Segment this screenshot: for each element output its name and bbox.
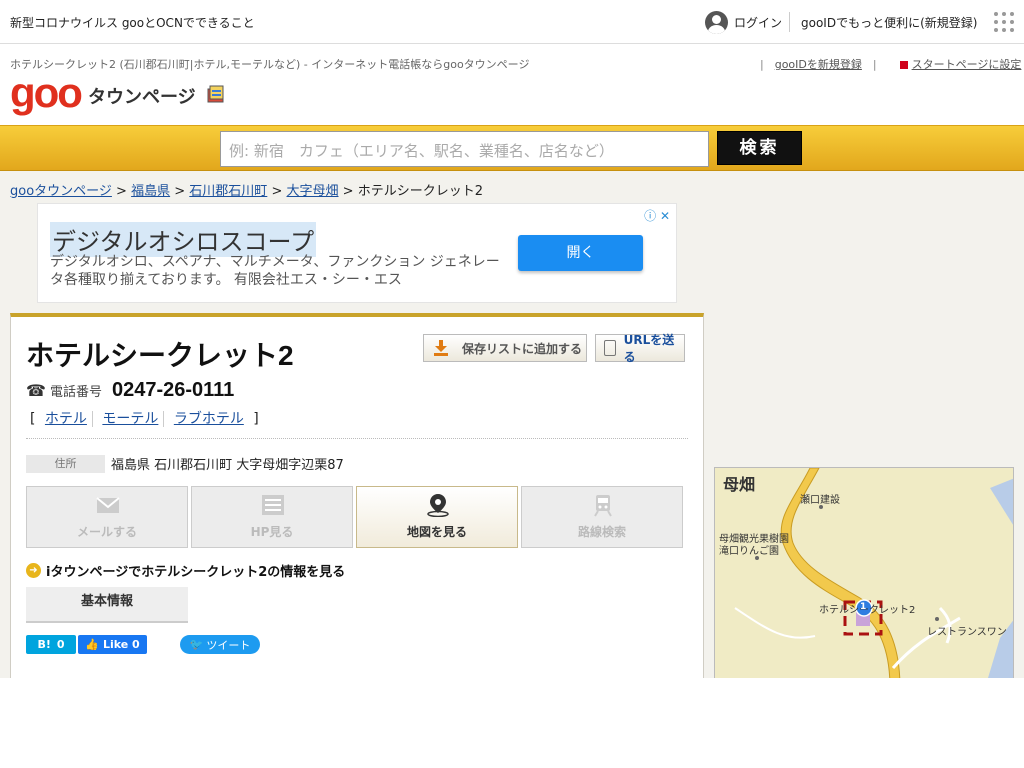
- breadcrumb-prefecture[interactable]: 福島県: [131, 184, 170, 199]
- phone-label: 電話番号: [49, 385, 102, 400]
- facebook-like-label: Like 0: [102, 638, 140, 651]
- divider: [26, 438, 688, 439]
- twitter-bird-icon: 🐦: [189, 638, 204, 651]
- download-icon: [434, 340, 448, 356]
- breadcrumb-city[interactable]: 石川郡石川町: [189, 184, 267, 199]
- map-label-poi: レストランスワン: [927, 627, 1007, 638]
- breadcrumb-sep: >: [342, 184, 354, 199]
- breadcrumb-current: ホテルシークレット2: [357, 184, 483, 199]
- top-bar: 新型コロナウイルス gooとOCNでできること ログイン gooIDでもっと便利…: [0, 0, 1024, 44]
- social-buttons: B! 0 👍 Like 0 🐦 ツイート: [26, 635, 260, 654]
- search-bar: 例: 新宿 カフェ（エリア名、駅名、業種名、店名など） 検索: [0, 125, 1024, 171]
- search-button[interactable]: 検索: [717, 131, 802, 165]
- map-label: 地図を見る: [406, 525, 467, 539]
- site-header: ホテルシークレット2 (石川郡石川町|ホテル,モーテルなど) - インターネット…: [0, 45, 1024, 125]
- tag-motel[interactable]: モーテル: [97, 411, 165, 427]
- mail-button[interactable]: メールする: [26, 486, 188, 548]
- header-links: | gooIDを新規登録 | スタートページに設定: [760, 58, 1022, 71]
- train-icon: [594, 495, 612, 517]
- itownpage-link[interactable]: ➜ iタウンページでホテルシークレット2の情報を見る: [26, 561, 345, 580]
- main-content: gooタウンページ > 福島県 > 石川郡石川町 > 大字母畑 > ホテルシーク…: [0, 171, 1024, 678]
- listing-card: ホテルシークレット2 保存リストに追加する URLを送る ☎ 電話番号 0247…: [10, 313, 704, 678]
- townpage-logo-text[interactable]: タウンページ: [88, 83, 196, 109]
- map-button[interactable]: 地図を見る: [356, 486, 518, 548]
- map-label-hotel: ホテルシークレット2: [819, 605, 916, 616]
- tweet-label: ツイート: [206, 638, 251, 652]
- tag-hotel[interactable]: ホテル: [39, 411, 93, 427]
- phonebook-icon: [207, 85, 224, 103]
- phone-row: ☎ 電話番号 0247-26-0111: [26, 379, 234, 402]
- ad-close-icon[interactable]: ⓘ ✕: [644, 207, 670, 224]
- ad-text: デジタルオシロ、スペアナ、マルチメータ、ファンクション ジェネレータ各種取り揃え…: [50, 254, 500, 288]
- tweet-button[interactable]: 🐦 ツイート: [180, 635, 260, 654]
- map-label-area: 母畑: [723, 475, 756, 494]
- mail-icon: [96, 497, 120, 513]
- location-map[interactable]: 母畑 瀬口建設 母畑観光果樹園 滝口りんご園 ホテルシークレット2 レストランス…: [714, 467, 1014, 678]
- itownpage-label: iタウンページでホテルシークレット2の情報を見る: [46, 565, 346, 580]
- homepage-label: HP見る: [250, 525, 294, 539]
- send-url-button[interactable]: URLを送る: [595, 333, 685, 364]
- startpage-link[interactable]: スタートページに設定: [912, 58, 1022, 71]
- register-promo-link[interactable]: gooIDでもっと便利に(新規登録): [801, 14, 977, 31]
- homepage-button[interactable]: HP見る: [191, 486, 353, 548]
- login-label: ログイン: [734, 15, 783, 30]
- map-canvas: [715, 468, 1013, 678]
- route-search-label: 路線検索: [577, 525, 626, 539]
- save-list-label: 保存リストに追加する: [462, 341, 583, 356]
- covid-notice-link[interactable]: 新型コロナウイルス gooとOCNでできること: [10, 14, 255, 31]
- startpage-icon: [899, 61, 908, 69]
- address-row: 住所 福島県 石川郡石川町 大字母畑字辺栗87: [26, 454, 344, 473]
- map-label-poi: 滝口りんご園: [719, 546, 779, 557]
- webpage-icon: [262, 495, 284, 515]
- map-marker-number: 1: [860, 602, 867, 612]
- ad-banner[interactable]: ⓘ ✕ デジタルオシロスコープ デジタルオシロ、スペアナ、マルチメータ、ファンク…: [37, 203, 677, 303]
- category-tags: [ ホテル モーテル ラブホテル ]: [30, 411, 259, 427]
- breadcrumb-area[interactable]: 大字母畑: [287, 184, 339, 199]
- breadcrumb-home[interactable]: gooタウンページ: [10, 184, 112, 199]
- divider: [789, 12, 790, 32]
- hatena-bookmark-button[interactable]: B! 0: [26, 635, 76, 654]
- tab-basic-info[interactable]: 基本情報: [26, 587, 188, 623]
- action-buttons: メールする HP見る 地図を見る 路線検索: [26, 486, 686, 548]
- send-url-label: URLを送る: [623, 333, 675, 364]
- ad-open-button[interactable]: 開く: [518, 235, 643, 271]
- mobile-phone-icon: [604, 340, 616, 356]
- route-search-button[interactable]: 路線検索: [521, 486, 683, 548]
- map-label-poi: 瀬口建設: [800, 495, 840, 506]
- telephone-icon: ☎: [26, 381, 46, 400]
- hatena-icon: B!: [37, 638, 51, 651]
- user-icon: [705, 10, 728, 34]
- save-list-button[interactable]: 保存リストに追加する: [423, 334, 587, 362]
- phone-number: 0247-26-0111: [111, 379, 235, 401]
- facebook-like-button[interactable]: 👍 Like 0: [78, 635, 147, 654]
- breadcrumb-sep: >: [174, 184, 186, 199]
- arrow-right-icon: ➜: [26, 563, 41, 578]
- mail-label: メールする: [76, 525, 137, 539]
- apps-grid-icon[interactable]: [994, 12, 1014, 32]
- map-pin-icon: [427, 494, 449, 517]
- tag-love-hotel[interactable]: ラブホテル: [169, 411, 249, 427]
- breadcrumb-sep: >: [116, 184, 127, 199]
- listing-name: ホテルシークレット2: [26, 340, 294, 371]
- ad-title[interactable]: デジタルオシロスコープ: [50, 222, 317, 257]
- gooid-register-link[interactable]: gooIDを新規登録: [775, 58, 862, 71]
- login-button[interactable]: ログイン: [705, 10, 782, 34]
- page-description: ホテルシークレット2 (石川郡石川町|ホテル,モーテルなど) - インターネット…: [10, 58, 530, 71]
- thumbs-up-icon: 👍: [85, 638, 99, 651]
- breadcrumb: gooタウンページ > 福島県 > 石川郡石川町 > 大字母畑 > ホテルシーク…: [10, 180, 483, 199]
- address-label: 住所: [26, 454, 105, 473]
- hatena-count: 0: [56, 638, 65, 651]
- search-input[interactable]: 例: 新宿 カフェ（エリア名、駅名、業種名、店名など）: [220, 131, 709, 167]
- goo-logo[interactable]: goo: [10, 72, 83, 114]
- breadcrumb-sep: >: [271, 184, 283, 199]
- address-value: 福島県 石川郡石川町 大字母畑字辺栗87: [111, 458, 344, 473]
